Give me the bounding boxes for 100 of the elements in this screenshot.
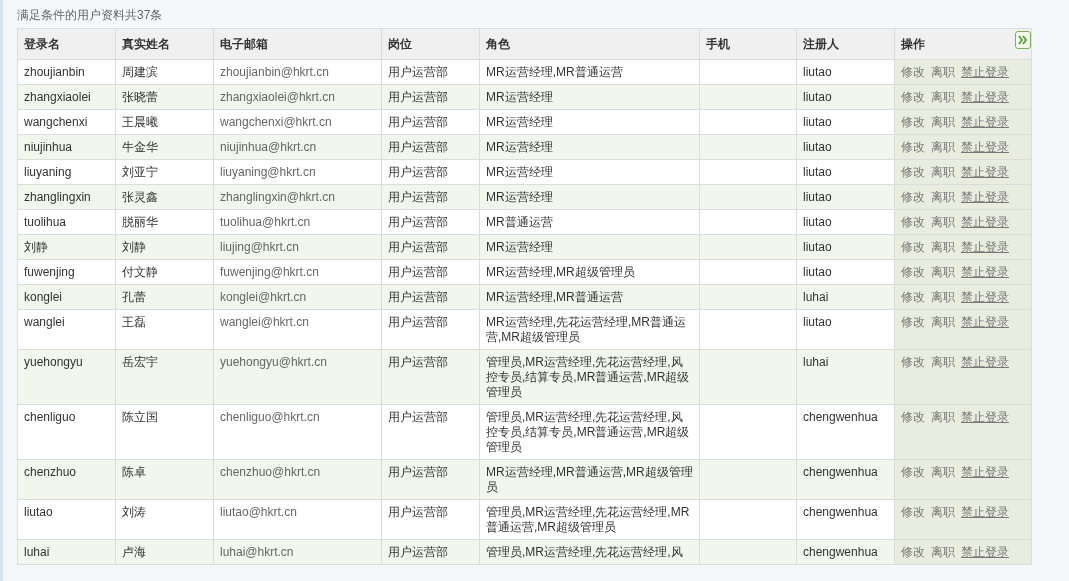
action-link[interactable]: 离职	[931, 65, 955, 79]
action-link[interactable]: 禁止登录	[961, 190, 1009, 204]
table-cell: 刘亚宁	[122, 165, 158, 179]
table-cell: luhai	[803, 355, 829, 369]
action-link[interactable]: 修改	[901, 465, 925, 479]
table-cell: 张晓蕾	[122, 90, 158, 104]
table-cell: 管理员,MR运营经理,先花运营经理,风	[486, 545, 683, 559]
table-cell: 管理员,MR运营经理,先花运营经理,风控专员,结算专员,MR普通运营,MR超级管理员	[486, 355, 690, 399]
table-cell: liutao	[803, 165, 832, 179]
table-cell: chengwenhua	[803, 505, 878, 519]
table-cell: wanglei	[24, 315, 65, 329]
table-cell: 用户运营部	[388, 465, 448, 479]
action-link[interactable]: 修改	[901, 115, 925, 129]
action-link[interactable]: 修改	[901, 240, 925, 254]
table-cell: 用户运营部	[388, 265, 448, 279]
table-cell: MR普通运营	[486, 215, 553, 229]
table-cell: MR运营经理,MR普通运营	[486, 290, 623, 304]
table-cell: 用户运营部	[388, 90, 448, 104]
action-link[interactable]: 离职	[931, 90, 955, 104]
action-link[interactable]: 离职	[931, 355, 955, 369]
column-header: 手机	[706, 36, 730, 51]
table-cell: 刘涛	[122, 505, 146, 519]
table-cell: 管理员,MR运营经理,先花运营经理,风控专员,结算专员,MR普通运营,MR超级管理员	[486, 410, 690, 454]
table-cell: 刘静	[122, 240, 146, 254]
action-link[interactable]: 离职	[931, 545, 955, 559]
action-link[interactable]: 离职	[931, 290, 955, 304]
table-cell: liutao	[803, 115, 832, 129]
action-link[interactable]: 禁止登录	[961, 545, 1009, 559]
table-cell: liutao	[803, 140, 832, 154]
table-cell: wangchenxi@hkrt.cn	[220, 115, 332, 129]
table-cell: 卢海	[122, 545, 146, 559]
action-link[interactable]: 禁止登录	[961, 140, 1009, 154]
table-cell: MR运营经理	[486, 115, 553, 129]
action-link[interactable]: 禁止登录	[961, 505, 1009, 519]
table-cell: liutao@hkrt.cn	[220, 505, 297, 519]
action-link[interactable]: 禁止登录	[961, 115, 1009, 129]
action-link[interactable]: 修改	[901, 140, 925, 154]
action-link[interactable]: 禁止登录	[961, 290, 1009, 304]
action-link[interactable]: 修改	[901, 215, 925, 229]
table-cell: liutao	[803, 190, 832, 204]
action-link[interactable]: 离职	[931, 315, 955, 329]
action-link[interactable]: 禁止登录	[961, 265, 1009, 279]
action-link[interactable]: 禁止登录	[961, 90, 1009, 104]
table-cell: zhanglingxin	[24, 190, 91, 204]
table-cell: wangchenxi	[24, 115, 88, 129]
table-cell: chengwenhua	[803, 410, 878, 424]
action-link[interactable]: 离职	[931, 165, 955, 179]
table-cell: 管理员,MR运营经理,先花运营经理,MR普通运营,MR超级管理员	[486, 505, 690, 534]
action-link[interactable]: 离职	[931, 215, 955, 229]
action-link[interactable]: 离职	[931, 140, 955, 154]
table-cell: 用户运营部	[388, 165, 448, 179]
table-cell: 王磊	[122, 315, 146, 329]
action-link[interactable]: 离职	[931, 115, 955, 129]
action-link[interactable]: 禁止登录	[961, 355, 1009, 369]
action-link[interactable]: 修改	[901, 505, 925, 519]
action-link[interactable]: 离职	[931, 265, 955, 279]
table-cell: luhai	[24, 545, 50, 559]
action-link[interactable]: 禁止登录	[961, 465, 1009, 479]
action-link[interactable]: 禁止登录	[961, 65, 1009, 79]
table-cell: MR运营经理	[486, 165, 553, 179]
column-header: 电子邮箱	[220, 36, 268, 51]
table-cell: liutao	[24, 505, 53, 519]
action-link[interactable]: 修改	[901, 315, 925, 329]
result-count: 满足条件的用户资料共37条	[17, 7, 164, 24]
action-link[interactable]: 离职	[931, 410, 955, 424]
action-link[interactable]: 修改	[901, 190, 925, 204]
table-cell: niujinhua@hkrt.cn	[220, 140, 317, 154]
table-cell: 陈立国	[122, 410, 158, 424]
action-link[interactable]: 禁止登录	[961, 315, 1009, 329]
table-cell: chenzhuo	[24, 465, 77, 479]
action-link[interactable]: 修改	[901, 545, 925, 559]
expand-button[interactable]	[1015, 31, 1031, 49]
action-link[interactable]: 修改	[901, 165, 925, 179]
table-cell: 用户运营部	[388, 505, 448, 519]
action-link[interactable]: 修改	[901, 355, 925, 369]
action-link[interactable]: 修改	[901, 90, 925, 104]
action-link[interactable]: 离职	[931, 465, 955, 479]
table-cell: 张灵鑫	[122, 190, 158, 204]
table-cell: MR运营经理	[486, 240, 553, 254]
action-link[interactable]: 禁止登录	[961, 215, 1009, 229]
table-cell: 用户运营部	[388, 115, 448, 129]
table-cell: MR运营经理,MR普通运营,MR超级管理员	[486, 465, 693, 494]
action-link[interactable]: 离职	[931, 240, 955, 254]
action-link[interactable]: 修改	[901, 265, 925, 279]
table-cell: 用户运营部	[388, 315, 448, 329]
action-link[interactable]: 修改	[901, 290, 925, 304]
table-cell: tuolihua@hkrt.cn	[220, 215, 311, 229]
action-link[interactable]: 修改	[901, 65, 925, 79]
action-link[interactable]: 修改	[901, 410, 925, 424]
table-cell: 孔蕾	[122, 290, 146, 304]
table-cell: MR运营经理	[486, 190, 553, 204]
table-cell: zhoujianbin	[24, 65, 85, 79]
action-link[interactable]: 禁止登录	[961, 165, 1009, 179]
action-link[interactable]: 禁止登录	[961, 410, 1009, 424]
table-cell: yuehongyu	[24, 355, 83, 369]
table-cell: 王晨曦	[122, 115, 158, 129]
action-link[interactable]: 离职	[931, 505, 955, 519]
action-link[interactable]: 禁止登录	[961, 240, 1009, 254]
table-cell: 用户运营部	[388, 290, 448, 304]
action-link[interactable]: 离职	[931, 190, 955, 204]
